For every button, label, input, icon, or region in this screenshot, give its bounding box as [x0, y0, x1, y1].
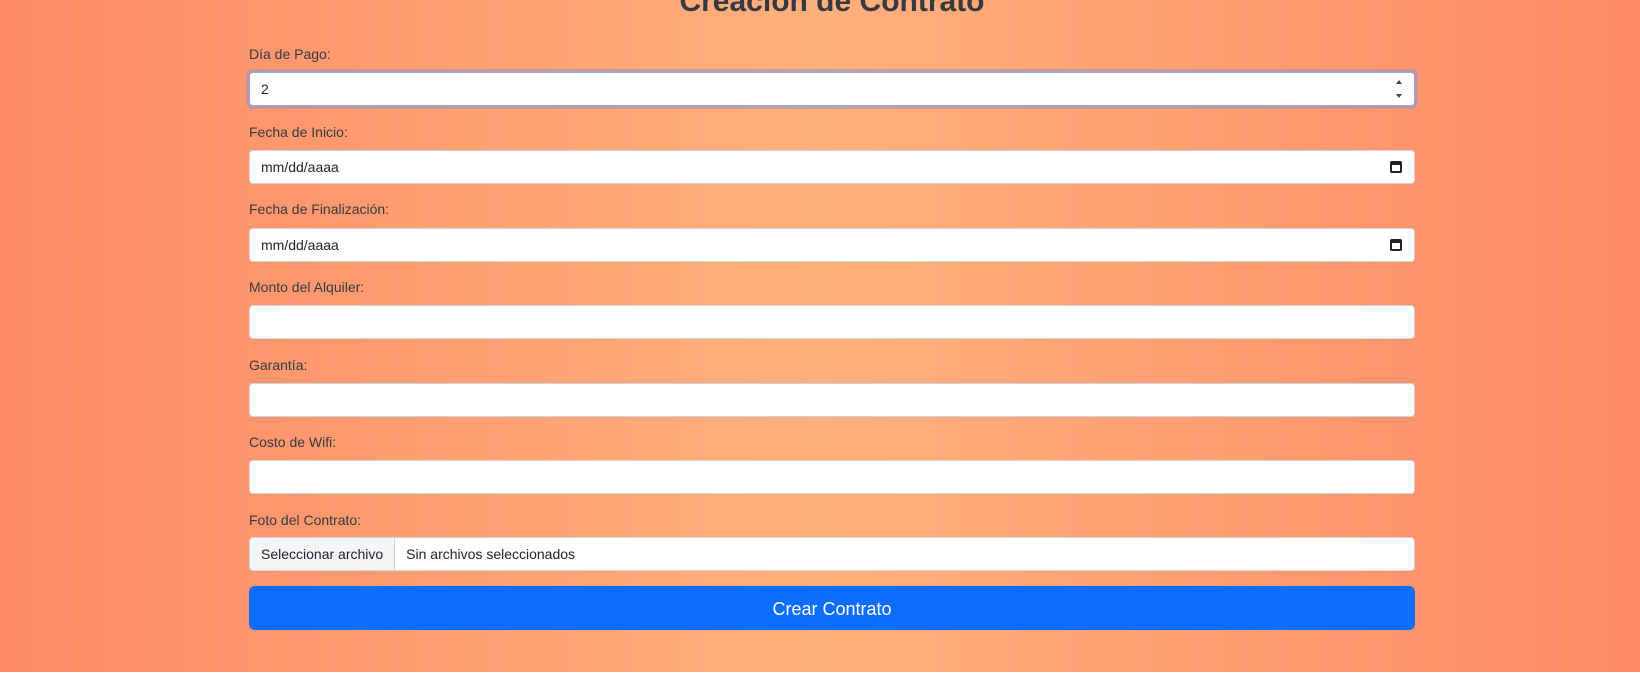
wifi-cost-label: Costo de Wifi: [249, 434, 337, 450]
start-date-placeholder: mm/dd/aaaa [261, 159, 339, 175]
calendar-icon[interactable] [1390, 161, 1402, 173]
page-title: Creación de Contrato [679, 0, 985, 18]
deposit-label: Garantía: [249, 357, 308, 373]
spinner-icon[interactable] [1394, 80, 1404, 98]
rent-amount-label: Monto del Alquiler: [249, 279, 365, 295]
file-status-text: Sin archivos seleccionados [406, 546, 576, 562]
payment-day-label: Día de Pago: [249, 46, 331, 62]
choose-file-button[interactable]: Seleccionar archivo [250, 538, 396, 570]
contract-photo-input[interactable]: Seleccionar archivo Sin archivos selecci… [249, 537, 1415, 571]
spinner-down-icon[interactable] [1396, 94, 1402, 98]
start-date-label: Fecha de Inicio: [249, 124, 348, 140]
spinner-up-icon[interactable] [1396, 80, 1402, 84]
calendar-icon[interactable] [1390, 239, 1402, 251]
end-date-placeholder: mm/dd/aaaa [261, 237, 339, 253]
start-date-input[interactable]: mm/dd/aaaa [249, 150, 1415, 184]
end-date-label: Fecha de Finalización: [249, 201, 390, 217]
payment-day-value: 2 [261, 81, 269, 97]
create-contract-button[interactable]: Crear Contrato [249, 586, 1415, 630]
contract-photo-label: Foto del Contrato: [249, 512, 362, 528]
payment-day-input[interactable]: 2 [249, 72, 1415, 106]
wifi-cost-input[interactable] [249, 460, 1415, 494]
end-date-input[interactable]: mm/dd/aaaa [249, 228, 1415, 262]
rent-amount-input[interactable] [249, 305, 1415, 339]
deposit-input[interactable] [249, 383, 1415, 417]
